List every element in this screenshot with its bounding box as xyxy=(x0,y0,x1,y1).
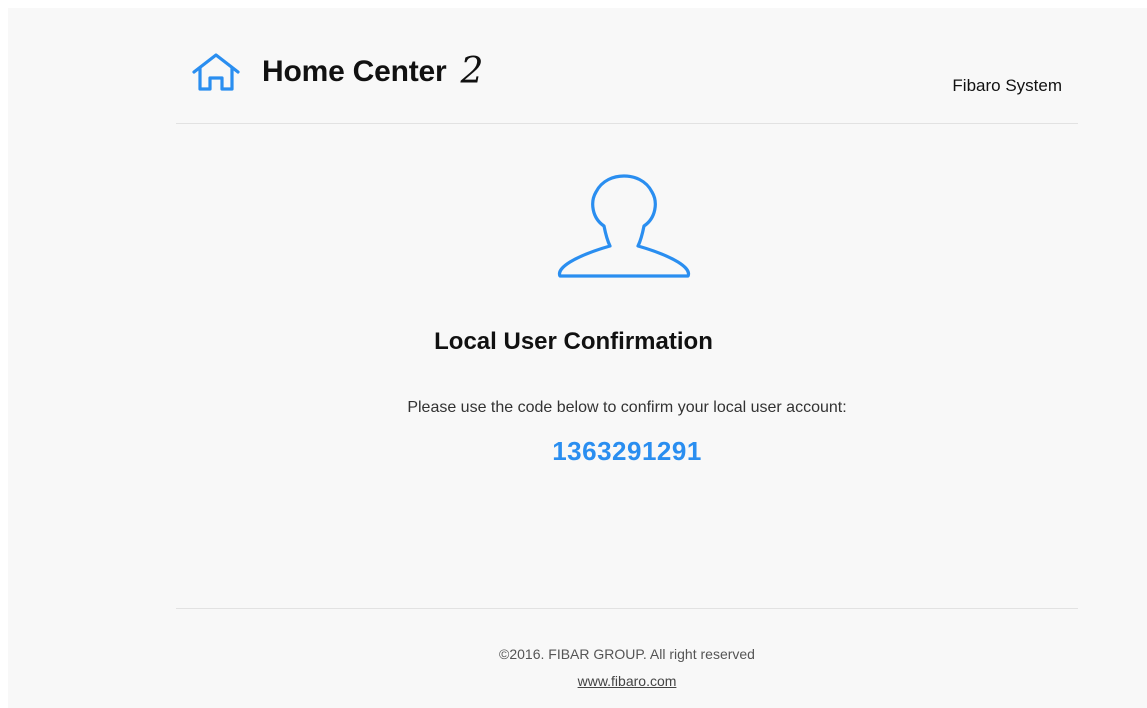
website-link[interactable]: www.fibaro.com xyxy=(578,673,677,689)
logo: Home Center 2 xyxy=(190,52,483,92)
user-icon xyxy=(552,172,696,280)
header-divider xyxy=(176,123,1078,124)
page: Home Center 2 Fibaro System Local User C… xyxy=(0,0,1147,708)
brand-name: Fibaro System xyxy=(952,76,1062,95)
header: Home Center 2 Fibaro System xyxy=(176,8,1078,124)
home-icon xyxy=(190,52,242,92)
copyright-text: ©2016. FIBAR GROUP. All right reserved xyxy=(499,646,755,662)
page-title: Local User Confirmation xyxy=(434,328,713,355)
logo-text: Home Center xyxy=(262,55,447,88)
logo-number: 2 xyxy=(460,51,484,92)
confirmation-code: 1363291291 xyxy=(552,436,702,466)
footer-divider xyxy=(176,608,1078,609)
confirmation-message: Please use the code below to confirm you… xyxy=(407,399,847,416)
footer-link-wrapper: www.fibaro.com xyxy=(0,673,1147,689)
